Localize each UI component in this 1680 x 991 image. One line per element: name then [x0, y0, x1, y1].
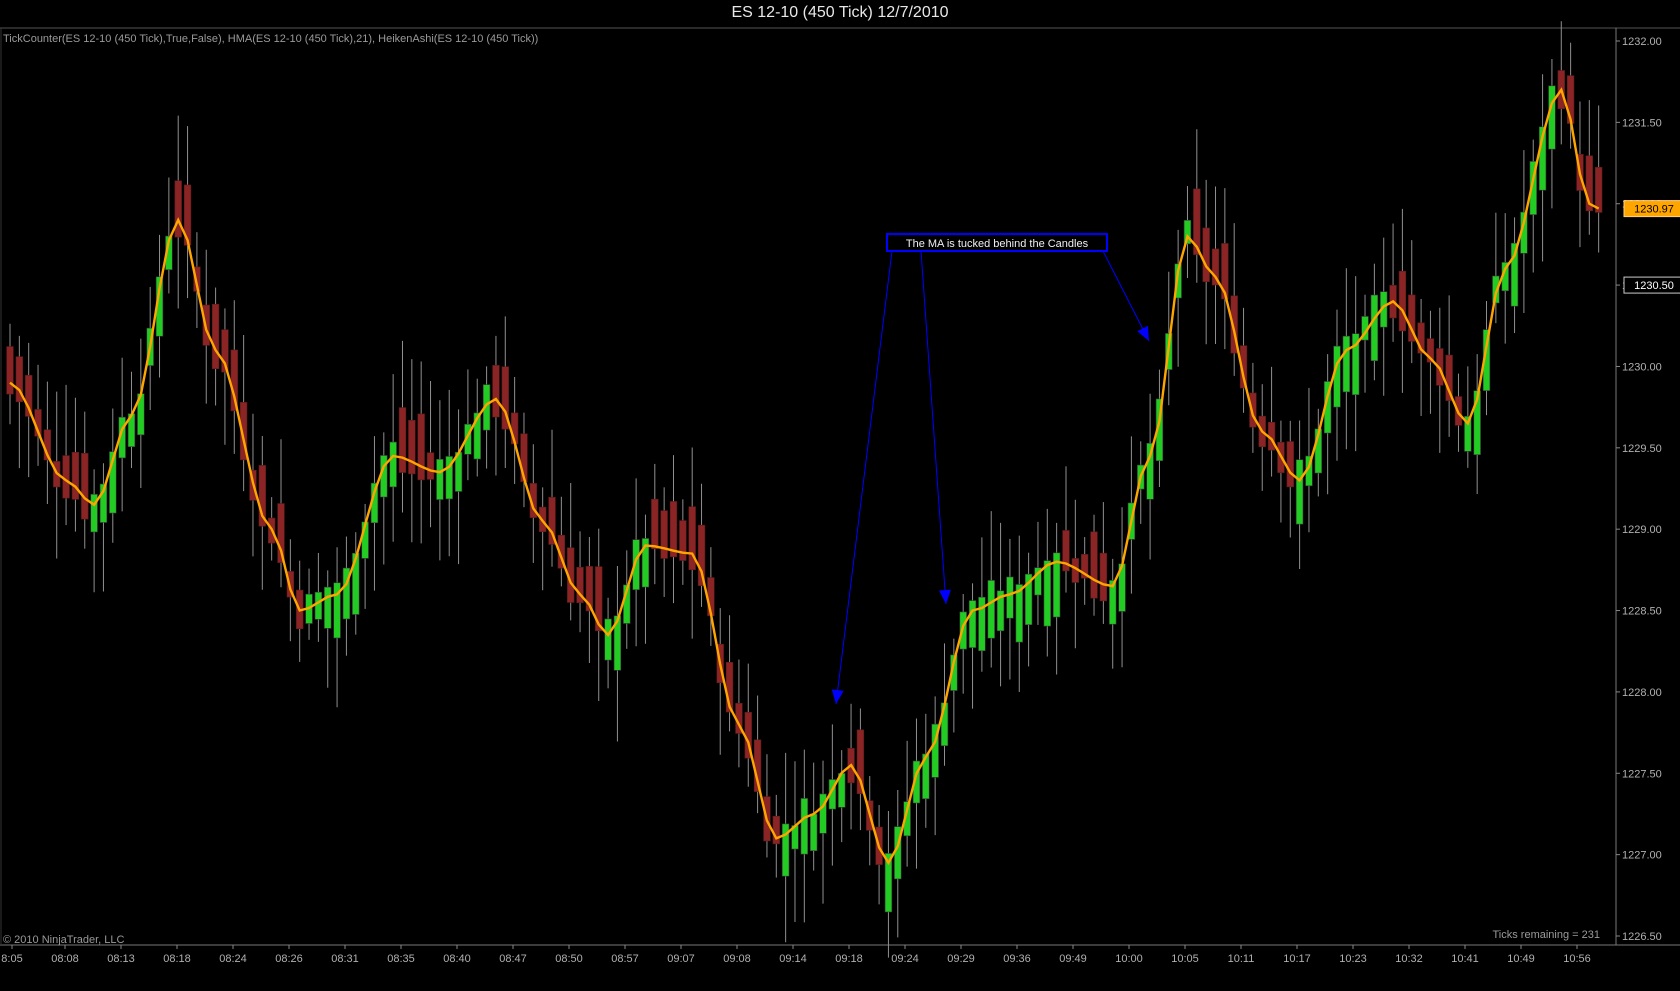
- price-chart[interactable]: The MA is tucked behind the Candles 1232…: [0, 0, 1680, 991]
- ticks-remaining: Ticks remaining = 231: [1492, 929, 1600, 941]
- y-tick-label: 1227.50: [1622, 768, 1662, 780]
- x-tick-label: 09:36: [1003, 953, 1031, 965]
- candle-up: [1548, 85, 1556, 150]
- arrow-line: [835, 250, 893, 705]
- x-tick-label: 08:40: [443, 953, 471, 965]
- candle-down: [417, 413, 425, 481]
- x-tick-label: 09:18: [835, 953, 863, 965]
- x-tick-label: 10:05: [1171, 953, 1199, 965]
- candle-up: [314, 591, 323, 620]
- x-tick-label: 08:13: [107, 953, 135, 965]
- annotation-text: The MA is tucked behind the Candles: [906, 238, 1089, 250]
- candle-down: [492, 365, 500, 418]
- candle-up: [1333, 345, 1341, 408]
- candle-up: [810, 813, 818, 852]
- y-tick-label: 1230.00: [1622, 361, 1662, 373]
- y-tick-label: 1229.50: [1622, 443, 1662, 455]
- x-tick-label: 10:00: [1115, 953, 1143, 965]
- candle-up: [987, 580, 995, 639]
- x-tick-label: 08:26: [275, 953, 303, 965]
- x-tick-label: 08:18: [163, 953, 191, 965]
- x-tick-label: 09:14: [779, 953, 807, 965]
- candle-down: [81, 453, 89, 520]
- candle-down: [772, 815, 780, 845]
- x-tick-label: 09:29: [947, 953, 975, 965]
- x-tick-label: 08:24: [219, 953, 247, 965]
- candle-down: [1099, 552, 1108, 602]
- candle-up: [389, 441, 397, 488]
- x-tick-label: 10:23: [1339, 953, 1367, 965]
- candle-up: [1043, 560, 1051, 627]
- hma-price-marker-label: 1230.97: [1634, 204, 1674, 216]
- chart-window: ES 12-10 (450 Tick) 12/7/2010 The MA is …: [0, 0, 1680, 991]
- last-price-marker-label: 1230.50: [1634, 280, 1674, 292]
- candle-up: [1006, 576, 1014, 619]
- candle-down: [669, 501, 678, 558]
- candle-up: [1370, 294, 1379, 362]
- candle-down: [1398, 270, 1407, 332]
- candle-down: [398, 407, 407, 473]
- candle-up: [380, 455, 388, 498]
- candle-up: [1342, 335, 1351, 393]
- candle-up: [968, 600, 977, 648]
- candle-down: [1090, 531, 1098, 599]
- candle-down: [174, 180, 182, 238]
- candle-down: [71, 451, 80, 500]
- x-tick-label: 08:57: [611, 953, 639, 965]
- x-tick-label: 10:32: [1395, 953, 1423, 965]
- x-tick-label: 10:17: [1283, 953, 1311, 965]
- copyright-text: © 2010 NinjaTrader, LLC: [3, 934, 124, 946]
- x-tick-label: 10:41: [1451, 953, 1479, 965]
- x-tick-label: 09:08: [723, 953, 751, 965]
- y-tick-label: 1229.00: [1622, 524, 1662, 536]
- candle-up: [1295, 459, 1304, 525]
- candle-down: [211, 303, 220, 370]
- candle-down: [426, 452, 435, 480]
- candle-down: [1594, 166, 1603, 213]
- candle-up: [1015, 584, 1023, 643]
- candle-down: [62, 455, 70, 499]
- x-tick-label: 09:24: [891, 953, 919, 965]
- candle-up: [436, 458, 444, 500]
- y-tick-label: 1226.50: [1622, 931, 1662, 943]
- x-tick-label: 10:49: [1507, 953, 1535, 965]
- y-tick-label: 1227.00: [1622, 850, 1662, 862]
- candle-down: [408, 419, 416, 475]
- candle-down: [679, 520, 687, 561]
- arrow-line: [920, 250, 947, 605]
- x-tick-label: 08:31: [331, 953, 359, 965]
- y-tick-label: 1228.00: [1622, 687, 1662, 699]
- x-tick-label: 09:49: [1059, 953, 1087, 965]
- candle-up: [800, 798, 808, 855]
- x-tick-label: 8:05: [1, 953, 22, 965]
- x-tick-label: 08:50: [555, 953, 583, 965]
- candle-down: [660, 510, 668, 559]
- y-tick-label: 1228.50: [1622, 606, 1662, 618]
- y-tick-label: 1231.50: [1622, 117, 1662, 129]
- arrow-line: [1102, 250, 1150, 342]
- indicator-label: TickCounter(ES 12-10 (450 Tick),True,Fal…: [3, 33, 538, 45]
- candle-up: [604, 618, 612, 661]
- x-tick-label: 08:08: [51, 953, 79, 965]
- arrow-head: [939, 589, 951, 604]
- x-tick-label: 08:35: [387, 953, 415, 965]
- x-tick-label: 10:56: [1563, 953, 1591, 965]
- y-tick-label: 1232.00: [1622, 36, 1662, 48]
- arrow-head: [1137, 325, 1149, 341]
- candle-up: [324, 586, 332, 629]
- candle-down: [651, 498, 659, 550]
- arrow-head: [831, 689, 844, 704]
- candle-down: [1286, 441, 1294, 488]
- candle-down: [6, 346, 14, 395]
- x-tick-label: 08:47: [499, 953, 527, 965]
- candle-down: [1202, 227, 1210, 282]
- hma-line: [9, 87, 1600, 866]
- x-tick-label: 09:07: [667, 953, 695, 965]
- x-tick-label: 10:11: [1228, 953, 1255, 965]
